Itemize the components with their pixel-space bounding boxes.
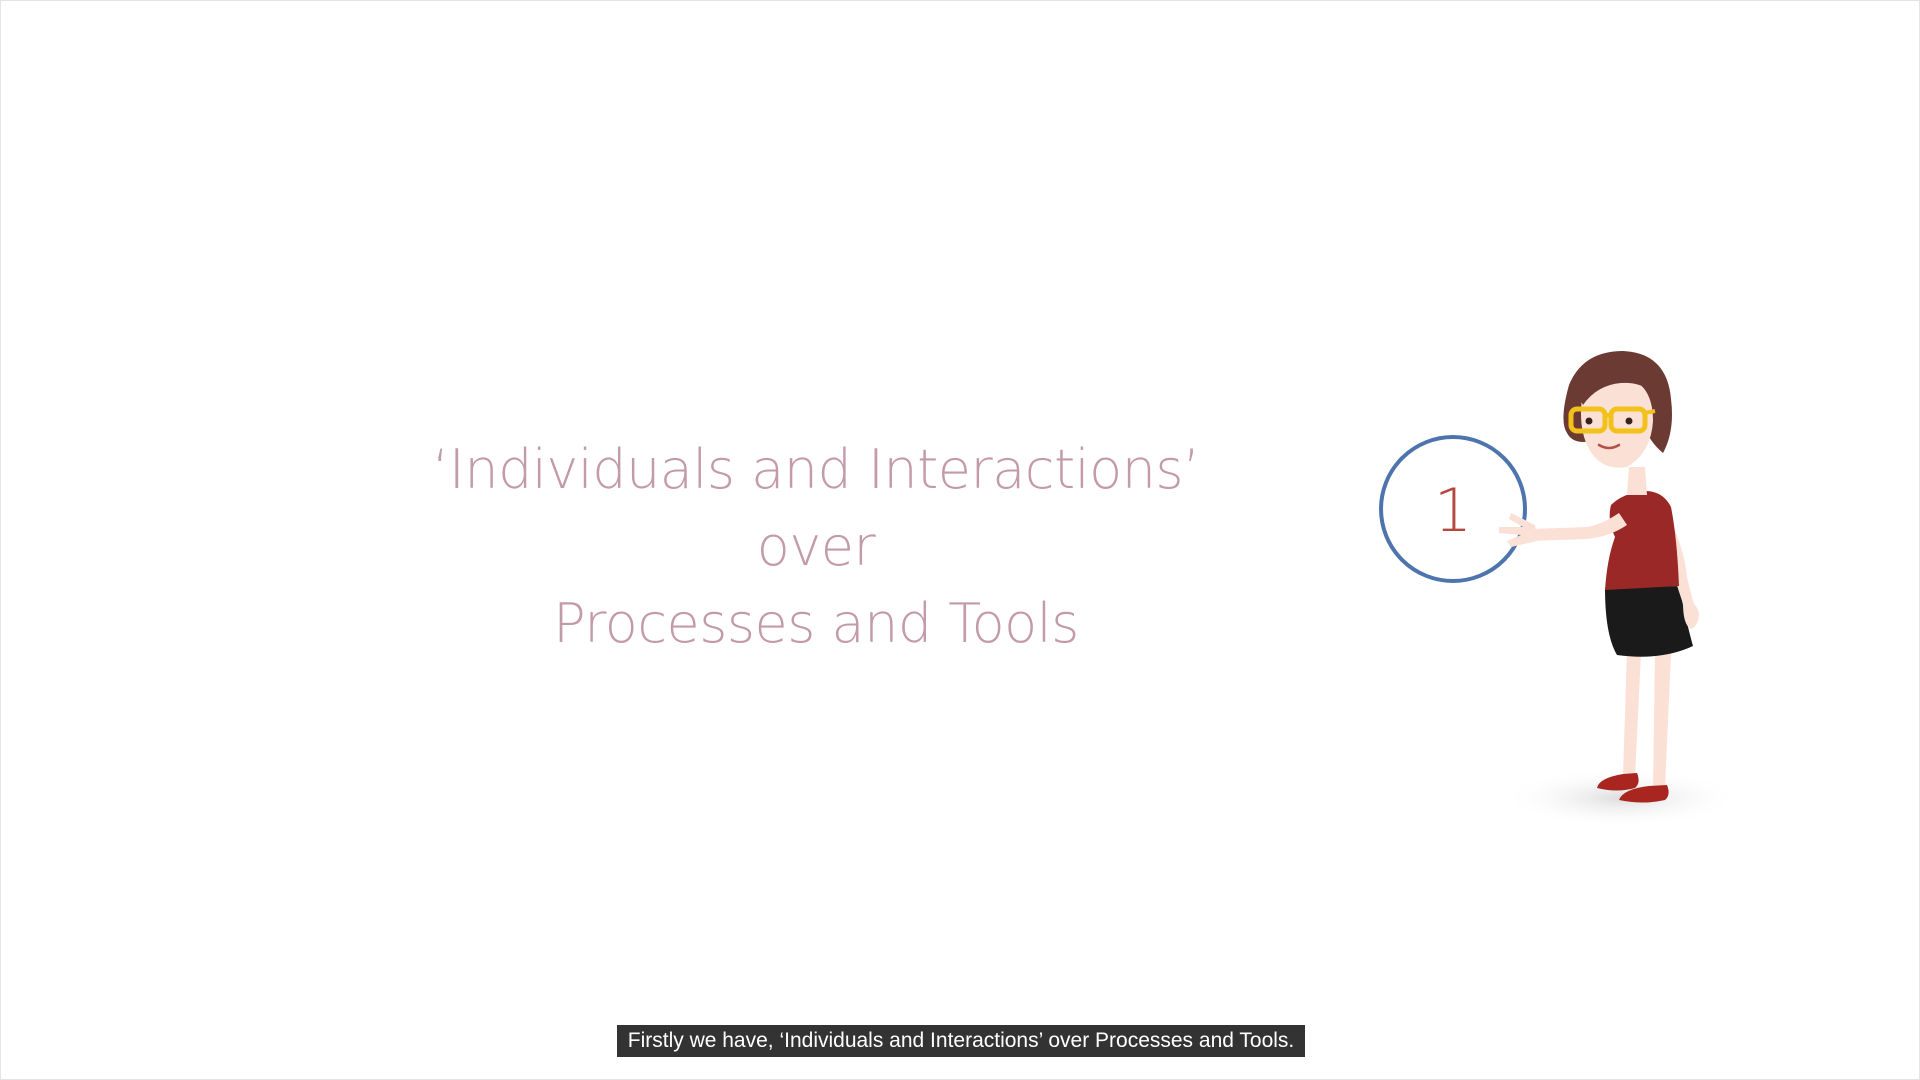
neck [1627, 467, 1647, 495]
subtitle-text: Firstly we have, ‘Individuals and Intera… [616, 1025, 1306, 1057]
marker-number: 1 [1434, 476, 1472, 546]
skirt [1605, 586, 1693, 657]
hand-pointing [1499, 513, 1537, 547]
video-frame[interactable]: ‘Individuals and Interactions’ over Proc… [0, 0, 1920, 1080]
heading-line-3: Processes and Tools [553, 592, 1079, 655]
arm-pointing [1531, 513, 1627, 541]
dress-top [1605, 491, 1679, 590]
presenter-illustration: 1 [1361, 341, 1741, 841]
leg-front [1653, 651, 1671, 788]
leg-back [1623, 651, 1641, 776]
heading-line-1: ‘Individuals and Interactions’ [432, 438, 1200, 501]
subtitle-bar: Firstly we have, ‘Individuals and Intera… [1, 1025, 1919, 1057]
heading-line-2: over [756, 515, 876, 578]
number-marker: 1 [1379, 435, 1527, 583]
slide-heading: ‘Individuals and Interactions’ over Proc… [421, 431, 1211, 662]
